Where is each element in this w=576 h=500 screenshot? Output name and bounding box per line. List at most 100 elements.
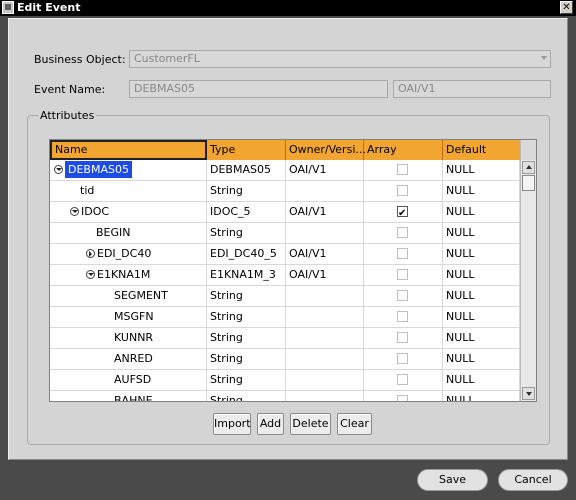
attributes-table[interactable]: Name Type Owner/Versi... Array Default D… [49, 139, 537, 402]
default-cell[interactable]: NULL [443, 160, 520, 181]
column-header-default[interactable]: Default [443, 140, 520, 160]
owner-version-cell[interactable] [286, 223, 364, 244]
type-cell[interactable]: DEBMAS05 [207, 160, 286, 181]
array-checkbox[interactable] [397, 395, 408, 401]
default-cell[interactable]: NULL [443, 370, 520, 391]
table-row[interactable]: MSGFN String NULL [50, 307, 520, 328]
add-button[interactable]: Add [257, 413, 284, 435]
table-row[interactable]: BAHNE String NULL [50, 391, 520, 401]
table-row[interactable]: ANRED String NULL [50, 349, 520, 370]
array-checkbox[interactable] [397, 290, 408, 301]
owner-version-cell[interactable] [286, 307, 364, 328]
table-row[interactable]: AUFSD String NULL [50, 370, 520, 391]
type-cell[interactable]: EDI_DC40_5 [207, 244, 286, 265]
column-header-owner-version[interactable]: Owner/Versi... [286, 140, 366, 160]
collapse-icon[interactable] [70, 207, 79, 216]
default-cell[interactable]: NULL [443, 181, 520, 202]
name-cell[interactable]: KUNNR [50, 328, 207, 349]
scroll-down-icon[interactable] [522, 387, 535, 400]
column-header-type[interactable]: Type [207, 140, 286, 160]
array-cell [364, 244, 443, 265]
scroll-up-icon[interactable] [522, 161, 535, 174]
business-object-select[interactable]: CustomerFL [129, 50, 551, 68]
owner-version-cell[interactable]: OAI/V1 [286, 265, 364, 286]
array-checkbox[interactable] [397, 353, 408, 364]
type-cell[interactable]: String [207, 286, 286, 307]
default-cell[interactable]: NULL [443, 244, 520, 265]
type-cell[interactable]: String [207, 370, 286, 391]
array-checkbox[interactable] [397, 164, 408, 175]
column-header-array[interactable]: Array [364, 140, 443, 160]
cancel-button[interactable]: Cancel [498, 469, 568, 491]
table-row[interactable]: E1KNA1M E1KNA1M_3 OAI/V1 NULL [50, 265, 520, 286]
array-cell [364, 202, 443, 224]
array-checkbox[interactable] [397, 185, 408, 196]
type-cell[interactable]: String [207, 391, 286, 401]
array-checkbox[interactable] [397, 374, 408, 385]
title-bar: Edit Event ✕ [0, 0, 576, 16]
table-row[interactable]: SEGMENT String NULL [50, 286, 520, 307]
name-cell[interactable]: SEGMENT [50, 286, 207, 307]
array-checkbox[interactable] [397, 269, 408, 280]
table-row[interactable]: tid String NULL [50, 181, 520, 202]
type-cell[interactable]: E1KNA1M_3 [207, 265, 286, 286]
type-cell[interactable]: String [207, 307, 286, 328]
default-cell[interactable]: NULL [443, 265, 520, 286]
owner-version-cell[interactable] [286, 349, 364, 370]
owner-version-cell[interactable]: OAI/V1 [286, 202, 364, 223]
event-name-field[interactable]: DEBMAS05 [129, 80, 388, 98]
vertical-scrollbar[interactable] [520, 160, 536, 401]
owner-version-cell[interactable] [286, 181, 364, 202]
owner-version-field[interactable]: OAI/V1 [393, 80, 551, 98]
default-cell[interactable]: NULL [443, 223, 520, 244]
owner-version-cell[interactable] [286, 391, 364, 401]
owner-version-cell[interactable] [286, 328, 364, 349]
name-cell[interactable]: BAHNE [50, 391, 207, 401]
collapse-icon[interactable] [86, 270, 95, 279]
name-cell[interactable]: DEBMAS05 [50, 160, 207, 181]
save-button[interactable]: Save [417, 469, 488, 491]
default-cell[interactable]: NULL [443, 286, 520, 307]
array-checkbox[interactable] [397, 204, 408, 224]
name-cell[interactable]: BEGIN [50, 223, 207, 244]
collapse-icon[interactable] [54, 165, 63, 174]
delete-button[interactable]: Delete [290, 413, 331, 435]
array-checkbox[interactable] [397, 248, 408, 259]
array-cell [364, 286, 443, 307]
close-icon[interactable]: ✕ [560, 1, 573, 14]
table-row[interactable]: KUNNR String NULL [50, 328, 520, 349]
owner-version-cell[interactable] [286, 286, 364, 307]
name-cell[interactable]: MSGFN [50, 307, 207, 328]
name-cell[interactable]: ANRED [50, 349, 207, 370]
array-checkbox[interactable] [397, 227, 408, 238]
default-cell[interactable]: NULL [443, 391, 520, 401]
type-cell[interactable]: String [207, 349, 286, 370]
array-checkbox[interactable] [397, 311, 408, 322]
table-row[interactable]: DEBMAS05 DEBMAS05 OAI/V1 NULL [50, 160, 520, 181]
name-cell[interactable]: tid [50, 181, 207, 202]
import-button[interactable]: Import [213, 413, 251, 435]
name-cell[interactable]: AUFSD [50, 370, 207, 391]
table-row[interactable]: BEGIN String NULL [50, 223, 520, 244]
owner-version-cell[interactable]: OAI/V1 [286, 244, 364, 265]
owner-version-cell[interactable]: OAI/V1 [286, 160, 364, 181]
name-cell[interactable]: E1KNA1M [50, 265, 207, 286]
column-header-name[interactable]: Name [50, 140, 207, 160]
table-row[interactable]: IDOC IDOC_5OAI/V1 NULL [50, 202, 520, 224]
name-cell[interactable]: EDI_DC40 [50, 244, 207, 265]
scroll-thumb[interactable] [522, 175, 535, 191]
type-cell[interactable]: String [207, 223, 286, 244]
type-cell[interactable]: String [207, 328, 286, 349]
default-cell[interactable]: NULL [443, 307, 520, 328]
type-cell[interactable]: IDOC_5 [207, 202, 286, 223]
type-cell[interactable]: String [207, 181, 286, 202]
default-cell[interactable]: NULL [443, 349, 520, 370]
owner-version-cell[interactable] [286, 370, 364, 391]
clear-button[interactable]: Clear [337, 413, 372, 435]
name-cell[interactable]: IDOC [50, 202, 207, 223]
default-cell[interactable]: NULL [443, 202, 520, 223]
table-row[interactable]: EDI_DC40 EDI_DC40_5 OAI/V1 NULL [50, 244, 520, 265]
array-checkbox[interactable] [397, 332, 408, 343]
default-cell[interactable]: NULL [443, 328, 520, 349]
expand-icon[interactable] [86, 249, 95, 258]
